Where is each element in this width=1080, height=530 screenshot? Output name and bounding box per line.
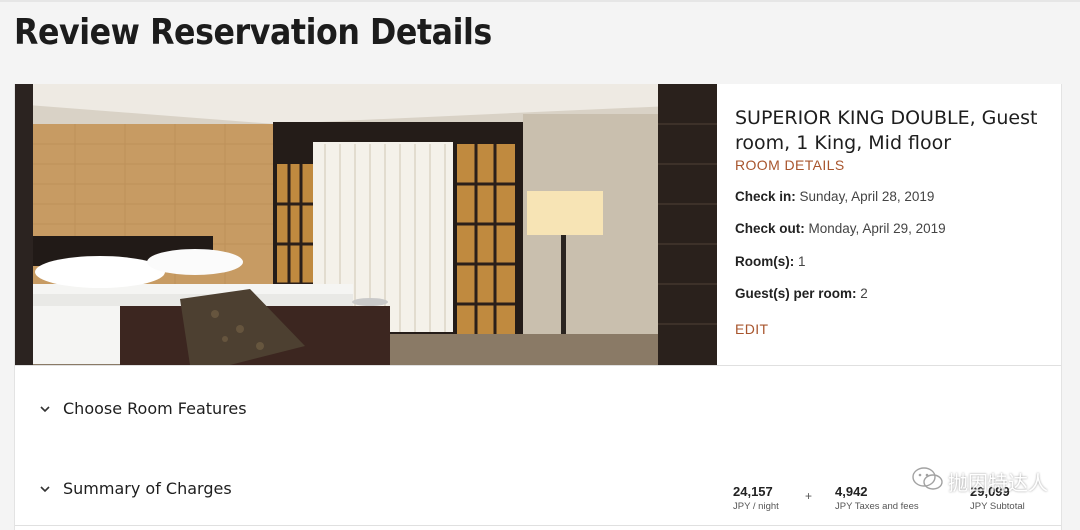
per-night-unit: JPY / night <box>733 501 779 512</box>
divider <box>15 525 1061 526</box>
taxes-charge: 4,942 JPY Taxes and fees <box>835 484 919 512</box>
watermark: 抛因特达人 <box>912 466 1048 497</box>
divider <box>15 365 1061 366</box>
per-night-amount: 24,157 <box>733 484 773 499</box>
check-out-label: Check out: <box>735 221 805 236</box>
rooms-value: 1 <box>798 254 806 269</box>
check-in-row: Check in: Sunday, April 28, 2019 <box>735 189 934 204</box>
rooms-row: Room(s): 1 <box>735 254 806 269</box>
page-title: Review Reservation Details <box>14 12 492 53</box>
room-features-title: Choose Room Features <box>63 398 247 418</box>
taxes-unit: JPY Taxes and fees <box>835 501 919 512</box>
room-name: SUPERIOR KING DOUBLE, Guest room, 1 King… <box>735 107 1038 154</box>
check-in-value: Sunday, April 28, 2019 <box>799 189 935 204</box>
edit-link[interactable]: EDIT <box>735 321 769 337</box>
guests-value: 2 <box>860 286 868 301</box>
guests-label: Guest(s) per room: <box>735 286 857 301</box>
summary-of-charges-title: Summary of Charges <box>63 478 232 498</box>
room-photo <box>15 84 717 365</box>
watermark-text: 抛因特达人 <box>948 473 1048 495</box>
per-night-charge: 24,157 JPY / night <box>733 484 779 512</box>
summary-of-charges-toggle[interactable]: Summary of Charges <box>39 473 232 503</box>
room-details-link[interactable]: ROOM DETAILS <box>735 157 845 173</box>
room-features-toggle[interactable]: Choose Room Features <box>39 393 247 423</box>
check-out-value: Monday, April 29, 2019 <box>808 221 946 236</box>
guests-row: Guest(s) per room: 2 <box>735 286 868 301</box>
check-in-label: Check in: <box>735 189 796 204</box>
plus-sign: + <box>805 489 813 503</box>
chevron-down-icon <box>39 482 51 494</box>
rooms-label: Room(s): <box>735 254 795 269</box>
taxes-amount: 4,942 <box>835 484 868 499</box>
reservation-card: SUPERIOR KING DOUBLE, Guest room, 1 King… <box>14 84 1062 530</box>
wechat-icon <box>912 466 944 497</box>
chevron-down-icon <box>39 402 51 414</box>
subtotal-unit: JPY Subtotal <box>970 501 1025 512</box>
top-border <box>0 0 1080 2</box>
check-out-row: Check out: Monday, April 29, 2019 <box>735 221 946 236</box>
